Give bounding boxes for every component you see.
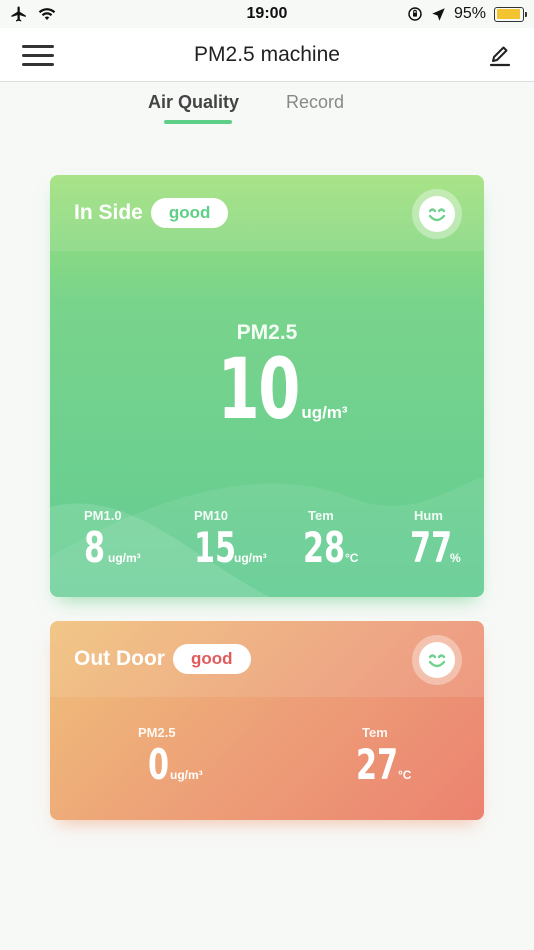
- battery-percent: 95%: [453, 5, 486, 22]
- airplane-icon: [11, 6, 26, 22]
- metric-label: PM1.0: [84, 508, 122, 523]
- page-title: PM2.5 machine: [194, 42, 340, 66]
- outdoor-title: Out Door: [74, 647, 165, 670]
- tab-record[interactable]: Record: [286, 92, 344, 113]
- outdoor-status-badge: good: [172, 644, 251, 674]
- metric-unit: ug/m³: [234, 551, 267, 565]
- orientation-lock-icon: [408, 7, 422, 21]
- battery-icon: [494, 6, 527, 22]
- smiley-face-icon: [428, 208, 446, 222]
- outdoor-smiley-icon: [412, 635, 462, 685]
- status-right-group: 95%: [407, 5, 527, 23]
- smiley-icon: [419, 642, 455, 678]
- metric-label: Tem: [362, 725, 388, 740]
- wifi-icon: [38, 8, 56, 20]
- indoor-main-value-row: 10 ug/m³: [50, 347, 484, 431]
- status-bar: 19:00 95%: [0, 0, 534, 28]
- metric-unit: °C: [345, 551, 359, 565]
- indoor-metric-pm10-coarse: PM10 15 ug/m³: [194, 508, 267, 569]
- indoor-metric-temperature: Tem 28 °C: [303, 508, 358, 569]
- outdoor-metric-pm25: PM2.5 0 ug/m³: [138, 725, 203, 786]
- metric-value: 8: [84, 523, 106, 572]
- active-tab-indicator: [164, 120, 232, 124]
- tab-air-quality[interactable]: Air Quality: [148, 92, 239, 113]
- metric-value: 28: [303, 523, 346, 572]
- outdoor-card[interactable]: Out Door good PM2.5 0 ug/m³ Tem 27 °C: [50, 621, 484, 820]
- outdoor-metric-temperature: Tem 27 °C: [356, 725, 411, 786]
- indoor-metric-pm10: PM1.0 8 ug/m³: [84, 508, 141, 569]
- edit-icon[interactable]: [488, 44, 512, 68]
- metric-label: Hum: [414, 508, 443, 523]
- indoor-metric-humidity: Hum 77 %: [410, 508, 461, 569]
- metric-value: 27: [356, 740, 399, 789]
- indoor-pm25-unit: ug/m³: [301, 403, 348, 422]
- indoor-pm25-value: 10: [218, 340, 301, 438]
- metric-unit: ug/m³: [170, 768, 203, 782]
- metric-unit: °C: [398, 768, 412, 782]
- indoor-title: In Side: [74, 201, 143, 224]
- battery-level: [496, 9, 521, 19]
- indoor-card[interactable]: In Side good PM2.5 10 ug/m³ PM1.0 8 ug/m…: [50, 175, 484, 597]
- metric-value: 15: [194, 523, 237, 572]
- smiley-icon: [419, 196, 455, 232]
- status-left-group: [10, 5, 56, 23]
- location-icon: [432, 7, 445, 21]
- metric-label: PM2.5: [138, 725, 176, 740]
- metric-label: PM10: [194, 508, 228, 523]
- metric-unit: ug/m³: [108, 551, 141, 565]
- nav-bar: PM2.5 machine: [0, 28, 534, 82]
- menu-icon-line: [22, 54, 54, 57]
- metric-value: 77: [410, 523, 453, 572]
- tab-bar: Air Quality Record: [0, 82, 534, 134]
- metric-label: Tem: [308, 508, 334, 523]
- menu-icon-line: [22, 45, 54, 48]
- menu-icon-line: [22, 63, 54, 66]
- indoor-status-badge: good: [150, 198, 229, 228]
- menu-icon[interactable]: [22, 45, 54, 67]
- indoor-smiley-icon: [412, 189, 462, 239]
- smiley-face-icon: [428, 654, 446, 668]
- metric-value: 0: [148, 740, 170, 789]
